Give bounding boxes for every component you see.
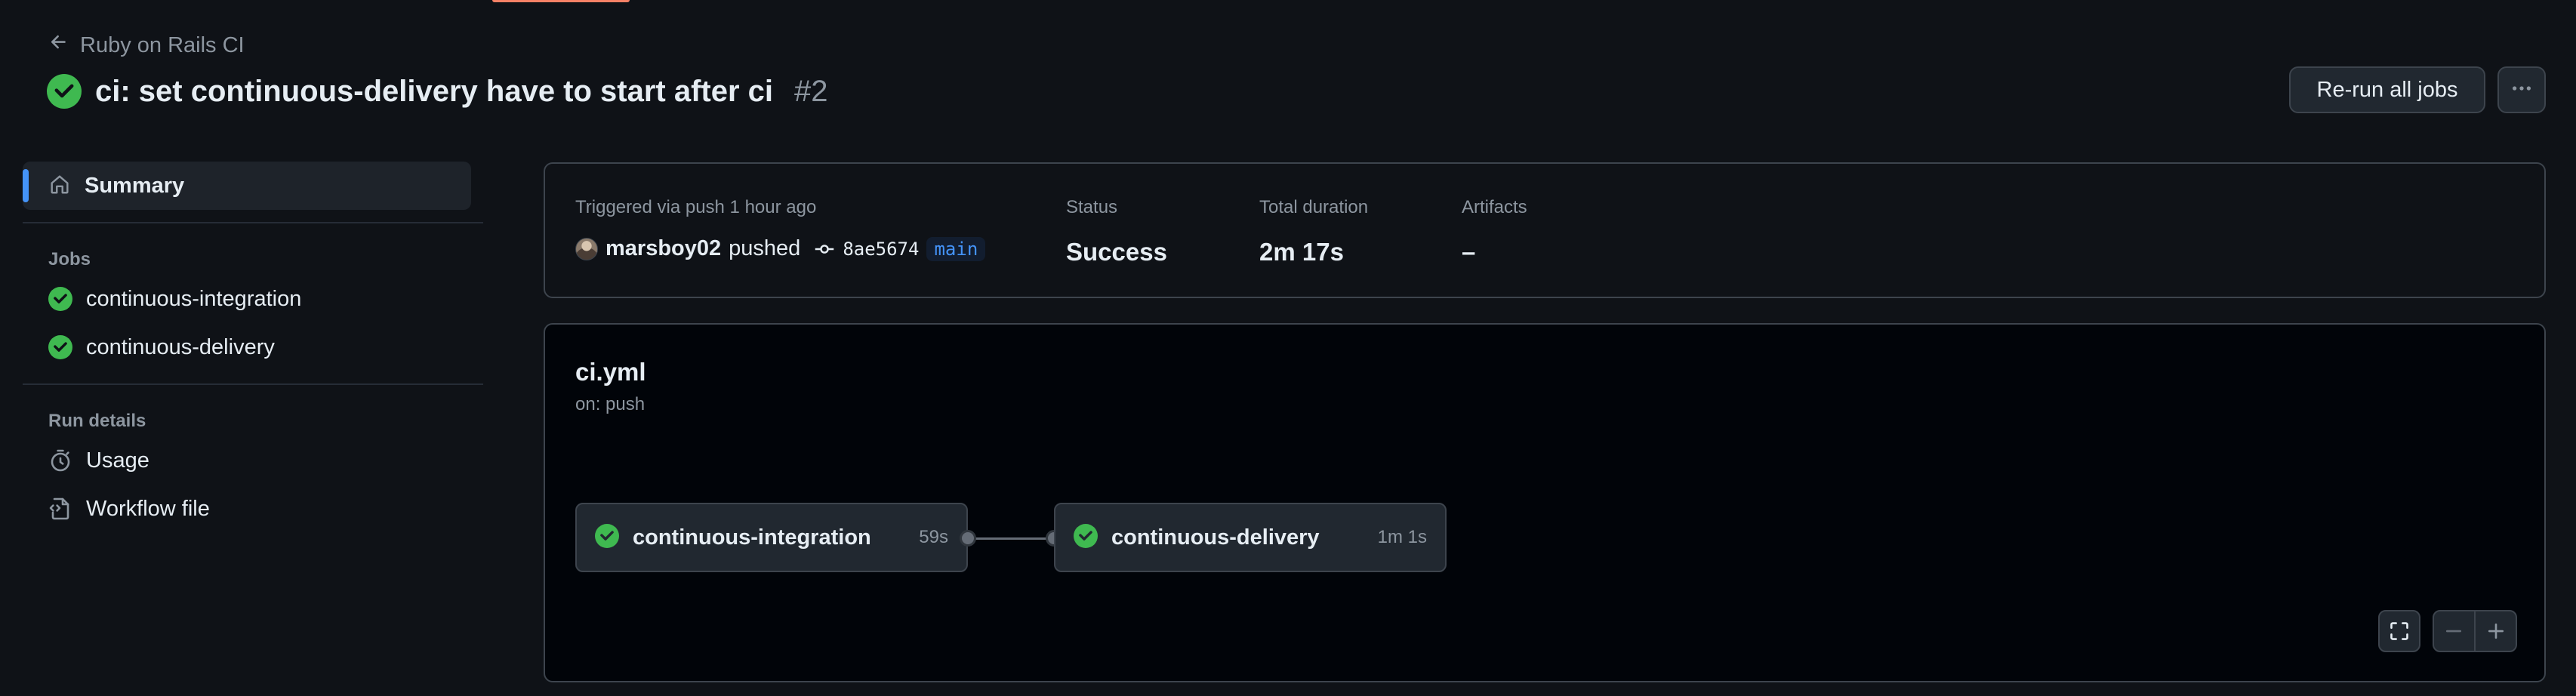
active-indicator bbox=[23, 169, 29, 202]
jobs-section-title: Jobs bbox=[48, 249, 91, 269]
actor-link[interactable]: marsboy02 bbox=[605, 236, 721, 261]
artifacts-info: Artifacts – bbox=[1462, 197, 1527, 266]
back-link-label: Ruby on Rails CI bbox=[80, 32, 245, 57]
job-duration: 59s bbox=[919, 527, 948, 547]
run-details-section-title: Run details bbox=[48, 411, 146, 431]
check-circle-success-icon bbox=[48, 287, 72, 311]
sidebar-item-label: Workflow file bbox=[86, 496, 210, 521]
duration-info: Total duration 2m 17s bbox=[1259, 197, 1368, 266]
duration-label: Total duration bbox=[1259, 197, 1369, 217]
fullscreen-button[interactable] bbox=[2378, 610, 2420, 652]
file-code-icon bbox=[48, 497, 72, 521]
git-commit-icon bbox=[814, 239, 835, 260]
zoom-controls bbox=[2433, 610, 2517, 652]
status-value: Success bbox=[1066, 238, 1167, 266]
status-label: Status bbox=[1066, 197, 1118, 217]
artifacts-value: – bbox=[1462, 238, 1476, 266]
top-nav-active-indicator bbox=[492, 0, 630, 2]
job-node-continuous-delivery[interactable]: continuous-delivery 1m 1s bbox=[1054, 503, 1447, 572]
zoom-out-button[interactable] bbox=[2433, 611, 2474, 651]
page-title: ci: set continuous-delivery have to star… bbox=[95, 74, 774, 108]
stopwatch-icon bbox=[48, 448, 72, 473]
sidebar-item-label: continuous-delivery bbox=[86, 334, 275, 359]
run-title-row: ci: set continuous-delivery have to star… bbox=[47, 71, 828, 112]
job-node-continuous-integration[interactable]: continuous-integration 59s bbox=[575, 503, 968, 572]
job-output-port bbox=[960, 530, 976, 547]
run-summary-panel: Triggered via push 1 hour ago marsboy02 … bbox=[544, 162, 2546, 298]
status-info: Status Success bbox=[1066, 197, 1167, 266]
divider bbox=[23, 383, 483, 385]
check-circle-success-icon bbox=[48, 335, 72, 359]
trigger-details: marsboy02 pushed 8ae5674 main bbox=[575, 236, 986, 261]
branch-label[interactable]: main bbox=[926, 236, 986, 261]
sidebar-item-label: Summary bbox=[85, 173, 185, 198]
run-number: #2 bbox=[794, 74, 828, 108]
trigger-info: Triggered via push 1 hour ago marsboy02 … bbox=[575, 197, 986, 261]
dash-icon bbox=[2443, 621, 2464, 642]
divider bbox=[23, 222, 483, 223]
more-options-button[interactable] bbox=[2497, 66, 2546, 113]
avatar[interactable] bbox=[575, 237, 598, 260]
home-icon bbox=[48, 173, 71, 199]
screen-full-icon bbox=[2389, 621, 2410, 642]
job-duration: 1m 1s bbox=[1377, 527, 1427, 547]
workflow-graph-panel: ci.yml on: push continuous-integration 5… bbox=[544, 323, 2546, 682]
back-to-workflow-link[interactable]: Ruby on Rails CI bbox=[48, 30, 245, 60]
zoom-in-button[interactable] bbox=[2476, 611, 2516, 651]
sidebar-item-label: Usage bbox=[86, 448, 149, 473]
artifacts-label: Artifacts bbox=[1462, 197, 1527, 217]
sidebar-item-summary[interactable]: Summary bbox=[23, 162, 471, 210]
plus-icon bbox=[2485, 621, 2507, 642]
commit-sha-link[interactable]: 8ae5674 bbox=[843, 239, 919, 260]
sidebar-item-usage[interactable]: Usage bbox=[23, 436, 483, 485]
check-circle-success-icon bbox=[1074, 523, 1098, 552]
duration-value: 2m 17s bbox=[1259, 238, 1344, 266]
check-circle-success-icon bbox=[595, 523, 619, 552]
sidebar-job-continuous-delivery[interactable]: continuous-delivery bbox=[23, 323, 483, 371]
workflow-trigger: on: push bbox=[575, 394, 646, 414]
check-circle-success-icon bbox=[47, 74, 82, 109]
sidebar-job-continuous-integration[interactable]: continuous-integration bbox=[23, 275, 483, 323]
rerun-all-jobs-button[interactable]: Re-run all jobs bbox=[2289, 66, 2485, 113]
kebab-horizontal-icon bbox=[2510, 77, 2533, 103]
job-name: continuous-delivery bbox=[1111, 525, 1320, 550]
workflow-file-name[interactable]: ci.yml bbox=[575, 358, 646, 386]
trigger-text: Triggered via push 1 hour ago bbox=[575, 197, 817, 217]
actor-action: pushed bbox=[729, 236, 801, 260]
sidebar-item-workflow-file[interactable]: Workflow file bbox=[23, 485, 483, 533]
sidebar-item-label: continuous-integration bbox=[86, 286, 302, 311]
job-name: continuous-integration bbox=[633, 525, 871, 550]
sidebar: Summary Jobs continuous-integration cont… bbox=[23, 162, 483, 533]
job-connector bbox=[968, 537, 1054, 540]
arrow-left-icon bbox=[48, 32, 69, 59]
